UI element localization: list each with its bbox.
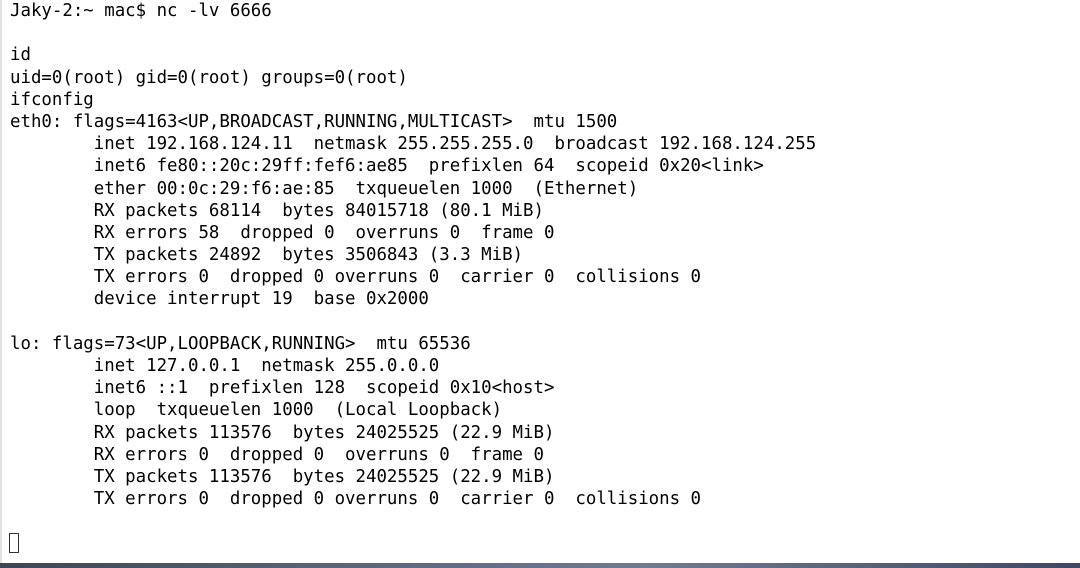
output-line: inet 127.0.0.1 netmask 255.0.0.0 <box>10 356 440 376</box>
prompt-line: Jaky-2:~ mac$ nc -lv 6666 <box>10 1 272 21</box>
output-line: RX errors 0 dropped 0 overruns 0 frame 0 <box>10 444 544 465</box>
block-cursor-icon[interactable] <box>9 533 19 553</box>
output-line: TX errors 0 dropped 0 overruns 0 carrier… <box>10 267 702 288</box>
terminal-window[interactable]: Jaky-2:~ mac$ nc -lv 6666 id uid=0(root)… <box>0 0 1080 563</box>
output-line: ether 00:0c:29:f6:ae:85 txqueuelen 1000 … <box>10 178 639 199</box>
output-line: inet 192.168.124.11 netmask 255.255.255.… <box>10 134 817 155</box>
command-line: ifconfig <box>10 89 94 110</box>
output-line: device interrupt 19 base 0x2000 <box>10 289 429 310</box>
output-line: eth0: flags=4163<UP,BROADCAST,RUNNING,MU… <box>10 111 618 132</box>
output-line: uid=0(root) gid=0(root) groups=0(root) <box>10 67 408 88</box>
output-line: lo: flags=73<UP,LOOPBACK,RUNNING> mtu 65… <box>10 333 471 354</box>
output-line: TX packets 24892 bytes 3506843 (3.3 MiB) <box>10 245 524 266</box>
output-line: loop txqueuelen 1000 (Local Loopback) <box>10 400 503 421</box>
output-line: RX packets 113576 bytes 24025525 (22.9 M… <box>10 422 555 443</box>
output-line: RX errors 58 dropped 0 overruns 0 frame … <box>10 222 555 243</box>
terminal-output: Jaky-2:~ mac$ nc -lv 6666 id uid=0(root)… <box>10 0 816 510</box>
command-line: id <box>10 45 31 66</box>
output-line: TX packets 113576 bytes 24025525 (22.9 M… <box>10 466 555 487</box>
output-line: TX errors 0 dropped 0 overruns 0 carrier… <box>10 489 702 510</box>
output-line: inet6 fe80::20c:29ff:fef6:ae85 prefixlen… <box>10 156 764 177</box>
output-line: inet6 ::1 prefixlen 128 scopeid 0x10<hos… <box>10 378 555 399</box>
desktop-background-strip <box>0 563 1080 568</box>
output-line: RX packets 68114 bytes 84015718 (80.1 Mi… <box>10 200 544 221</box>
window-edge <box>0 0 2 563</box>
